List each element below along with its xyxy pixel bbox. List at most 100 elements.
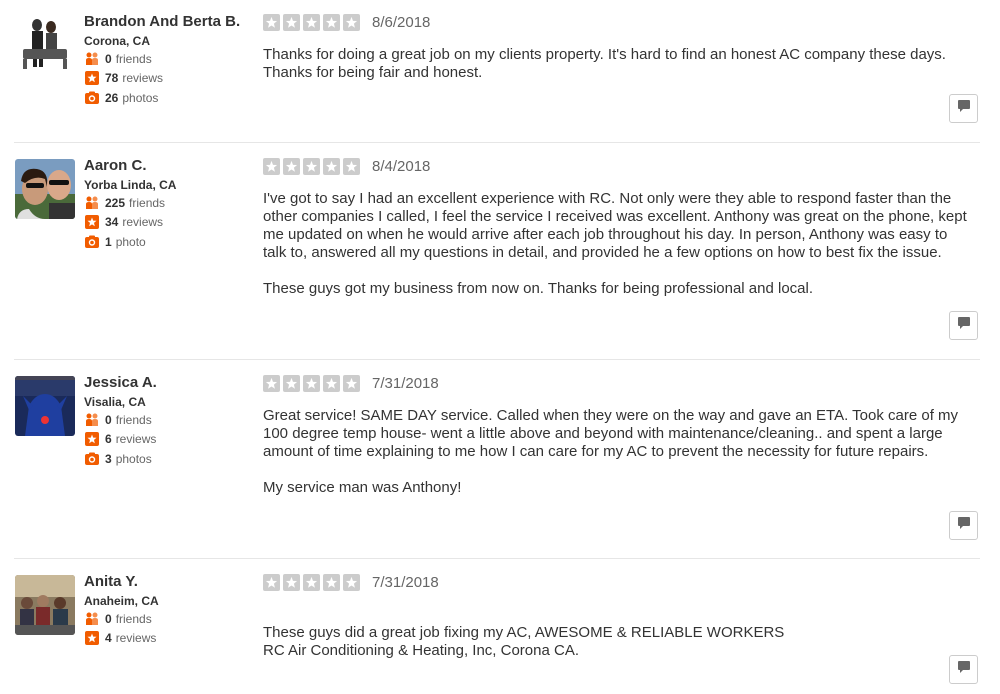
friends-icon: [84, 611, 100, 627]
reviews-label: reviews: [115, 432, 157, 446]
user-location: Visalia, CA: [84, 395, 146, 409]
user-name[interactable]: Aaron C.: [84, 157, 147, 174]
reviews-label: reviews: [122, 215, 164, 229]
comment-icon: [957, 516, 971, 535]
avatar[interactable]: [15, 575, 75, 635]
friends-stat: 0 friends: [84, 412, 152, 428]
reviews-label: reviews: [115, 631, 157, 645]
user-location: Corona, CA: [84, 34, 150, 48]
friends-label: friends: [115, 52, 152, 66]
photos-label: photo: [115, 235, 146, 249]
review-divider: [14, 558, 980, 559]
comment-button[interactable]: [949, 511, 978, 540]
avatar[interactable]: [15, 159, 75, 219]
reviews-label: reviews: [122, 71, 164, 85]
star-icon: [343, 158, 360, 175]
friends-icon: [84, 412, 100, 428]
friends-label: friends: [129, 196, 166, 210]
comment-button[interactable]: [949, 311, 978, 340]
reviews-count: 78: [105, 71, 119, 85]
review-paragraph: I've got to say I had an excellent exper…: [263, 190, 967, 261]
star-icon: [303, 375, 320, 392]
photos-count: 1: [105, 235, 112, 249]
friends-label: friends: [115, 413, 152, 427]
star-review-icon: [84, 70, 100, 86]
avatar[interactable]: [15, 376, 75, 436]
star-icon: [303, 574, 320, 591]
camera-icon: [84, 234, 100, 250]
star-review-icon: [84, 431, 100, 447]
review-date: 7/31/2018: [372, 574, 439, 591]
user-name[interactable]: Anita Y.: [84, 573, 138, 590]
photos-stat: 1 photo: [84, 234, 146, 250]
star-icon: [263, 375, 280, 392]
photos-count: 3: [105, 452, 112, 466]
review-paragraph: These guys did a great job fixing my AC,…: [263, 624, 785, 659]
user-location: Yorba Linda, CA: [84, 178, 177, 192]
reviews-count: 4: [105, 631, 112, 645]
comment-button[interactable]: [949, 94, 978, 123]
star-rating: [263, 574, 363, 591]
star-icon: [343, 14, 360, 31]
user-name[interactable]: Jessica A.: [84, 374, 157, 391]
review-text: I've got to say I had an excellent exper…: [263, 190, 973, 298]
star-icon: [263, 14, 280, 31]
review-paragraph: Thanks for doing a great job on my clien…: [263, 46, 946, 81]
camera-icon: [84, 90, 100, 106]
review-date: 8/4/2018: [372, 158, 431, 175]
star-icon: [283, 574, 300, 591]
friends-count: 0: [105, 413, 112, 427]
star-icon: [263, 574, 280, 591]
friends-icon: [84, 195, 100, 211]
friends-stat: 225 friends: [84, 195, 165, 211]
friends-count: 225: [105, 196, 126, 210]
reviews-page: Brandon And Berta B. Corona, CA 0 friend…: [0, 0, 1000, 694]
star-icon: [283, 375, 300, 392]
friends-label: friends: [115, 612, 152, 626]
photos-count: 26: [105, 91, 119, 105]
star-rating: [263, 375, 363, 392]
comment-icon: [957, 660, 971, 679]
star-icon: [303, 158, 320, 175]
comment-icon: [957, 316, 971, 335]
review-text: Thanks for doing a great job on my clien…: [263, 46, 973, 82]
user-name[interactable]: Brandon And Berta B.: [84, 13, 240, 30]
review-paragraph: My service man was Anthony!: [263, 479, 462, 496]
user-location: Anaheim, CA: [84, 594, 159, 608]
star-icon: [323, 158, 340, 175]
comment-button[interactable]: [949, 655, 978, 684]
review-date: 8/6/2018: [372, 14, 431, 31]
reviews-stat: 6 reviews: [84, 431, 156, 447]
star-icon: [263, 158, 280, 175]
review-divider: [14, 142, 980, 143]
star-icon: [303, 14, 320, 31]
reviews-stat: 78 reviews: [84, 70, 163, 86]
camera-icon: [84, 451, 100, 467]
comment-icon: [957, 99, 971, 118]
star-icon: [283, 14, 300, 31]
photos-stat: 26 photos: [84, 90, 158, 106]
avatar[interactable]: [15, 15, 75, 75]
reviews-stat: 34 reviews: [84, 214, 163, 230]
star-icon: [283, 158, 300, 175]
friends-stat: 0 friends: [84, 611, 152, 627]
star-rating: [263, 14, 363, 31]
reviews-stat: 4 reviews: [84, 630, 156, 646]
photos-label: photos: [115, 452, 152, 466]
friends-count: 0: [105, 612, 112, 626]
review-text: These guys did a great job fixing my AC,…: [263, 606, 973, 678]
review-paragraph: These guys got my business from now on. …: [263, 280, 814, 297]
reviews-count: 6: [105, 432, 112, 446]
review-divider: [14, 359, 980, 360]
star-icon: [323, 375, 340, 392]
star-icon: [343, 574, 360, 591]
review-text: Great service! SAME DAY service. Called …: [263, 407, 973, 497]
star-icon: [323, 14, 340, 31]
photos-label: photos: [122, 91, 159, 105]
star-review-icon: [84, 214, 100, 230]
friends-count: 0: [105, 52, 112, 66]
star-icon: [343, 375, 360, 392]
reviews-count: 34: [105, 215, 119, 229]
review-date: 7/31/2018: [372, 375, 439, 392]
photos-stat: 3 photos: [84, 451, 152, 467]
